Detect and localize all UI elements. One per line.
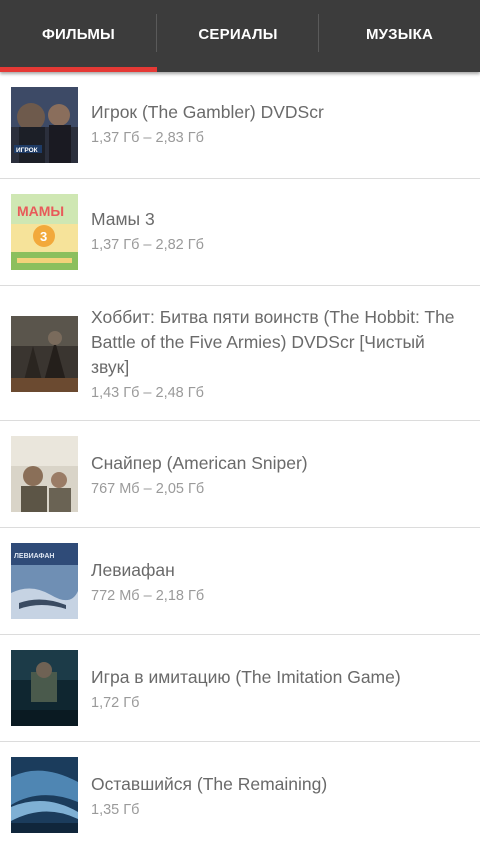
movie-poster: МАМЫ 3	[11, 194, 78, 270]
list-item[interactable]: ЛЕВИАФАН Левиафан 772 Мб – 2,18 Гб	[0, 528, 480, 635]
movie-size: 1,43 Гб – 2,48 Гб	[91, 385, 204, 401]
movie-size: 767 Мб – 2,05 Гб	[91, 481, 205, 497]
tab-series-label: СЕРИАЛЫ	[198, 25, 278, 43]
movie-title: Мамы 3	[91, 209, 155, 229]
movie-size: 1,37 Гб – 2,83 Гб	[91, 130, 204, 146]
movie-size: 772 Мб – 2,18 Гб	[91, 588, 205, 604]
tab-movies-label: ФИЛЬМЫ	[42, 25, 115, 43]
movie-size: 1,37 Гб – 2,82 Гб	[91, 237, 204, 253]
list-item[interactable]: МАМЫ 3 Мамы 3 1,37 Гб – 2,82 Гб	[0, 179, 480, 286]
movie-list: ИГРОК Игрок (The Gambler) DVDScr 1,37 Гб…	[0, 72, 480, 854]
list-item[interactable]: Оставшийся (The Remaining) 1,35 Гб	[0, 742, 480, 854]
movie-title: Хоббит: Битва пяти воинств (The Hobbit: …	[91, 307, 455, 377]
tab-series[interactable]: СЕРИАЛЫ	[157, 0, 319, 72]
poster-text: ЛЕВИАФАН	[14, 553, 54, 560]
tab-bar: ФИЛЬМЫ СЕРИАЛЫ МУЗЫКА	[0, 0, 480, 72]
tab-music[interactable]: МУЗЫКА	[319, 0, 480, 72]
movie-title: Снайпер (American Sniper)	[91, 453, 308, 473]
svg-text:3: 3	[40, 229, 47, 244]
active-tab-indicator	[0, 67, 157, 72]
movie-poster	[11, 316, 78, 392]
movie-title: Игра в имитацию (The Imitation Game)	[91, 667, 401, 687]
movie-title: Левиафан	[91, 560, 175, 580]
tab-movies[interactable]: ФИЛЬМЫ	[0, 0, 157, 72]
list-item[interactable]: Хоббит: Битва пяти воинств (The Hobbit: …	[0, 286, 480, 421]
movie-size: 1,72 Гб	[91, 695, 140, 711]
movie-title: Оставшийся (The Remaining)	[91, 774, 328, 794]
list-item[interactable]: ИГРОК Игрок (The Gambler) DVDScr 1,37 Гб…	[0, 72, 480, 179]
movie-title: Игрок (The Gambler) DVDScr	[91, 102, 324, 122]
movie-size: 1,35 Гб	[91, 802, 140, 818]
poster-text: ИГРОК	[16, 147, 38, 154]
movie-poster: ИГРОК	[11, 87, 78, 163]
tab-music-label: МУЗЫКА	[365, 25, 434, 43]
list-item[interactable]: Игра в имитацию (The Imitation Game) 1,7…	[0, 635, 480, 742]
movie-poster	[11, 757, 78, 833]
svg-text:МАМЫ: МАМЫ	[17, 203, 64, 219]
movie-poster	[11, 436, 78, 512]
movie-poster: ЛЕВИАФАН	[11, 543, 78, 619]
movie-poster	[11, 650, 78, 726]
list-item[interactable]: Снайпер (American Sniper) 767 Мб – 2,05 …	[0, 421, 480, 528]
